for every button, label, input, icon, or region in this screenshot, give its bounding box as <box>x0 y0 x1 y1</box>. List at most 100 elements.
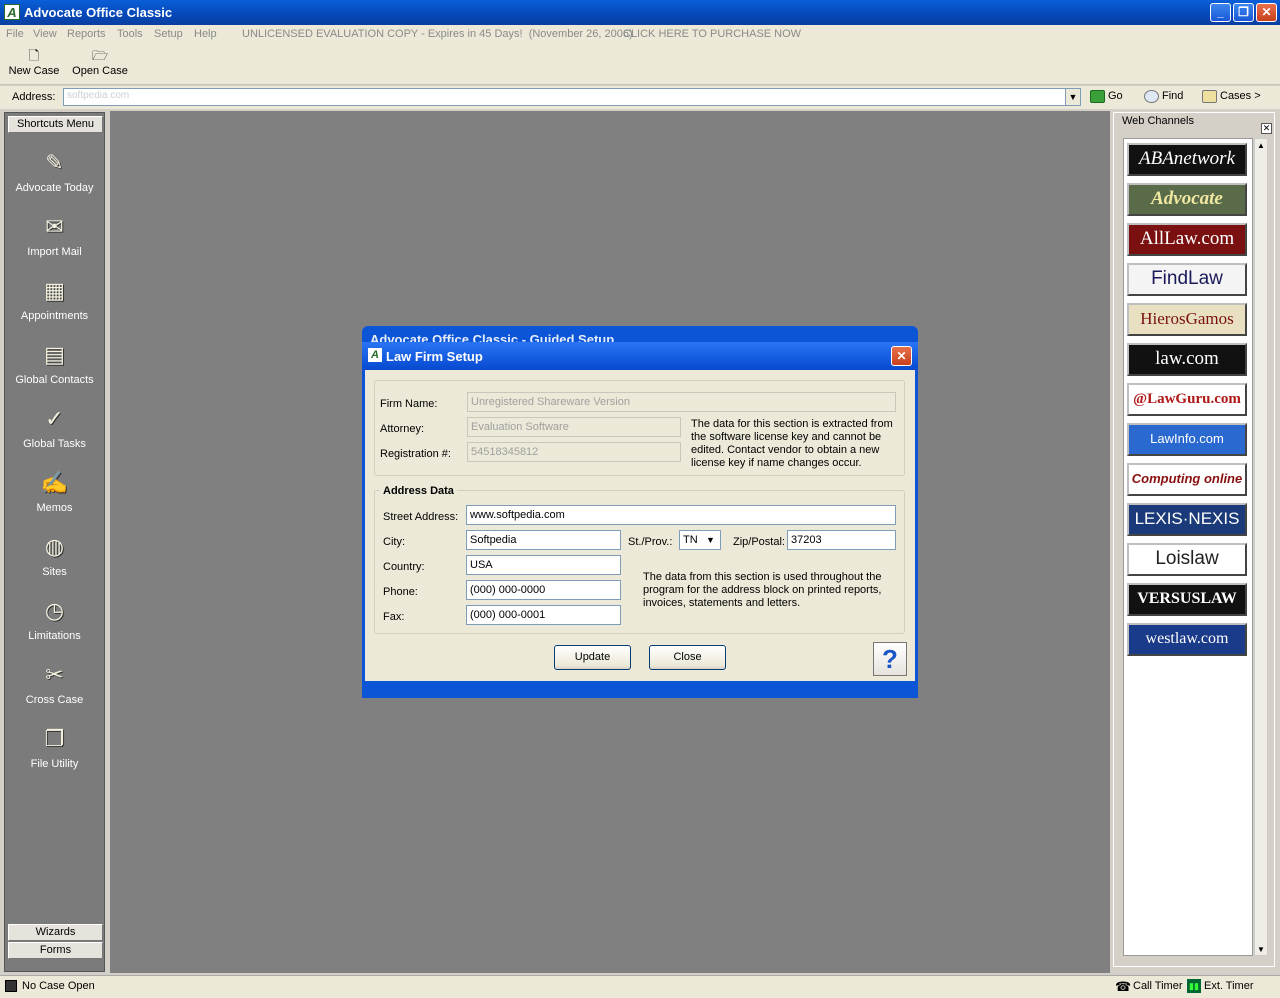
shortcut-advocate-today[interactable]: ✎ Advocate Today <box>5 148 104 210</box>
memo-icon: ✍ <box>40 470 69 495</box>
shortcut-cross-case[interactable]: ✂ Cross Case <box>5 660 104 722</box>
dialog-app-icon: A <box>368 348 382 362</box>
channel-loislaw[interactable]: Loislaw <box>1127 543 1247 576</box>
open-folder-icon: 🗁 <box>92 48 109 63</box>
close-icon[interactable]: ✕ <box>1261 123 1272 134</box>
new-case-button[interactable]: 🗋 New Case <box>8 48 60 78</box>
chevron-down-icon: ▼ <box>706 535 715 545</box>
purchase-link[interactable]: CLICK HERE TO PURCHASE NOW <box>623 28 801 40</box>
menu-view[interactable]: View <box>33 28 57 40</box>
shortcut-label: Appointments <box>20 310 89 322</box>
country-input[interactable]: USA <box>466 555 621 575</box>
menu-bar: File View Reports Tools Setup Help UNLIC… <box>0 25 1280 45</box>
web-channels-list: ABAnetwork Advocate AllLaw.com FindLaw H… <box>1123 138 1253 956</box>
cases-folder-icon <box>1202 89 1217 103</box>
channel-alllaw[interactable]: AllLaw.com <box>1127 223 1247 256</box>
web-channels-title: Web Channels <box>1120 115 1196 127</box>
fax-input[interactable]: (000) 000-0001 <box>466 605 621 625</box>
menu-help[interactable]: Help <box>194 28 217 40</box>
shortcut-file-utility[interactable]: ❐ File Utility <box>5 724 104 786</box>
street-address-input[interactable]: www.softpedia.com <box>466 505 896 525</box>
address-input[interactable]: softpedia.com <box>63 88 1067 106</box>
menu-reports[interactable]: Reports <box>67 28 106 40</box>
go-button[interactable]: Go <box>1090 88 1132 107</box>
cases-label: Cases > <box>1220 90 1261 102</box>
channel-advocate[interactable]: Advocate <box>1127 183 1247 216</box>
zip-input[interactable]: 37203 <box>787 530 896 550</box>
shortcut-import-mail[interactable]: ✉ Import Mail <box>5 212 104 274</box>
phone-input[interactable]: (000) 000-0000 <box>466 580 621 600</box>
registration-label: Registration #: <box>380 448 451 460</box>
shortcut-label: Limitations <box>28 630 81 642</box>
shortcut-memos[interactable]: ✍ Memos <box>5 468 104 530</box>
app-title: Advocate Office Classic <box>24 5 173 20</box>
new-case-label: New Case <box>8 65 60 77</box>
newspaper-icon: ✎ <box>45 150 64 175</box>
shortcut-label: Sites <box>42 566 67 578</box>
menu-setup[interactable]: Setup <box>154 28 183 40</box>
state-value: TN <box>683 534 698 546</box>
state-select[interactable]: TN ▼ <box>679 530 721 550</box>
minimize-button[interactable]: _ <box>1210 3 1231 22</box>
channel-versuslaw[interactable]: VERSUSLAW <box>1127 583 1247 616</box>
find-button[interactable]: Find <box>1144 88 1194 107</box>
forms-button[interactable]: Forms <box>8 942 103 959</box>
call-timer-button[interactable]: ☎ Call Timer <box>1113 978 1183 996</box>
mail-import-icon: ✉ <box>45 214 64 239</box>
channel-westlaw[interactable]: westlaw.com <box>1127 623 1247 656</box>
channel-lawinfo[interactable]: LawInfo.com <box>1127 423 1247 456</box>
address-label: Address: <box>12 91 56 103</box>
cases-button[interactable]: Cases > <box>1202 88 1272 107</box>
shortcut-limitations[interactable]: ◷ Limitations <box>5 596 104 658</box>
shortcut-appointments[interactable]: ▦ Appointments <box>5 276 104 338</box>
tasks-icon: ✓ <box>45 406 64 431</box>
channel-law-office-computing[interactable]: Computing online <box>1127 463 1247 496</box>
close-button[interactable]: Close <box>649 645 726 670</box>
maximize-button[interactable]: ❐ <box>1233 3 1254 22</box>
shortcut-global-contacts[interactable]: ▤ Global Contacts <box>5 340 104 402</box>
scroll-up-icon[interactable]: ▲ <box>1257 141 1265 150</box>
help-icon[interactable]: ? <box>873 642 907 676</box>
attorney-label: Attorney: <box>380 423 425 435</box>
shortcut-label: Memos <box>36 502 73 514</box>
dialog-title: Law Firm Setup <box>386 349 483 364</box>
channel-aba-network[interactable]: ABAnetwork <box>1127 143 1247 176</box>
zip-label: Zip/Postal: <box>733 536 785 548</box>
shortcuts-sidebar: Shortcuts Menu ✎ Advocate Today ✉ Import M… <box>4 112 105 972</box>
address-note: The data from this section is used throu… <box>643 571 882 609</box>
shortcut-sites[interactable]: ◍ Sites <box>5 532 104 594</box>
shortcuts-menu-header[interactable]: Shortcuts Menu <box>8 116 103 133</box>
channel-law-com[interactable]: law.com <box>1127 343 1247 376</box>
toolbar: 🗋 New Case 🗁 Open Case <box>0 45 1280 85</box>
ext-timer-button[interactable]: ▮▮ Ext. Timer <box>1186 978 1266 996</box>
address-dropdown-button[interactable]: ▼ <box>1065 88 1081 106</box>
license-note: The data for this section is extracted f… <box>691 418 893 469</box>
shortcut-label: Global Tasks <box>23 438 86 450</box>
open-case-button[interactable]: 🗁 Open Case <box>70 48 130 78</box>
country-label: Country: <box>383 561 425 573</box>
channel-findlaw[interactable]: FindLaw <box>1127 263 1247 296</box>
channel-hierosgamos[interactable]: HierosGamos <box>1127 303 1247 336</box>
web-channels-scrollbar[interactable]: ▲ ▼ <box>1254 138 1268 956</box>
globe-icon: ◍ <box>44 534 65 559</box>
wizards-button[interactable]: Wizards <box>8 924 103 941</box>
attorney-field: Evaluation Software <box>467 417 681 437</box>
shortcut-label: Global Contacts <box>15 374 94 386</box>
channel-lawguru[interactable]: @LawGuru.com <box>1127 383 1247 416</box>
timer-icon: ▮▮ <box>1187 979 1201 993</box>
update-button[interactable]: Update <box>554 645 631 670</box>
menu-tools[interactable]: Tools <box>117 28 143 40</box>
open-case-label: Open Case <box>72 65 128 77</box>
close-window-button[interactable]: ✕ <box>1256 3 1277 22</box>
law-firm-setup-dialog: A Law Firm Setup ✕ Firm Name: Unregister… <box>362 342 918 684</box>
shortcut-label: Cross Case <box>25 694 84 706</box>
menu-file[interactable]: File <box>6 28 24 40</box>
scroll-down-icon[interactable]: ▼ <box>1257 945 1265 954</box>
shortcut-global-tasks[interactable]: ✓ Global Tasks <box>5 404 104 466</box>
new-document-icon: 🗋 <box>28 48 40 63</box>
dialog-close-button[interactable]: ✕ <box>891 346 912 366</box>
city-input[interactable]: Softpedia <box>466 530 621 550</box>
app-icon: A <box>4 4 20 20</box>
channel-lexisnexis[interactable]: LEXIS·NEXIS <box>1127 503 1247 536</box>
magnifier-icon <box>1144 89 1159 103</box>
